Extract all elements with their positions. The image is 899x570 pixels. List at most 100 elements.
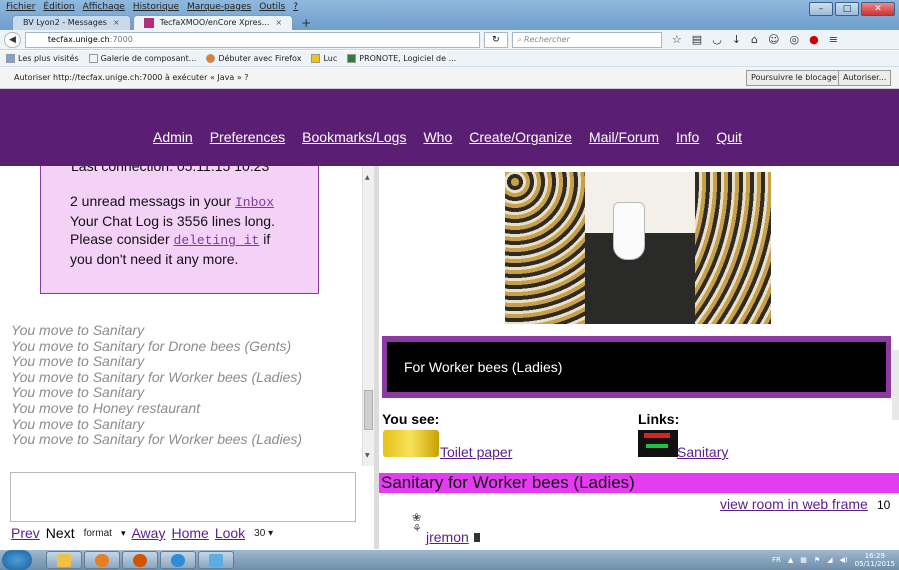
movement-log: You move to Sanitary You move to Sanitar…	[11, 322, 302, 448]
bookmark-label: Les plus visités	[18, 54, 79, 63]
nav-preferences[interactable]: Preferences	[210, 129, 285, 145]
reading-list-icon[interactable]: ▤	[692, 33, 702, 46]
signal-icon[interactable]: ◢	[827, 556, 832, 564]
delete-log-link[interactable]: deleting it	[174, 233, 260, 248]
addon-icon[interactable]: ◎	[789, 33, 799, 46]
scrollbar-thumb[interactable]	[364, 390, 373, 430]
menu-affichage[interactable]: Affichage	[83, 2, 125, 12]
bookmark-label: Débuter avec Firefox	[218, 54, 302, 63]
unread-text: 2 unread messags in your	[70, 193, 232, 209]
format-select[interactable]: format	[80, 527, 115, 539]
taskbar-chrome-icon[interactable]	[160, 551, 196, 569]
scroll-down-icon[interactable]: ▼	[365, 452, 370, 459]
view-room-web-frame-link[interactable]: view room in web frame	[720, 496, 868, 512]
toilet-paper-link[interactable]: Toilet paper	[440, 444, 512, 460]
taskbar-firefox-icon[interactable]	[122, 551, 158, 569]
lines-count-select[interactable]: 30 ▾	[251, 527, 277, 539]
log-line: You move to Sanitary	[11, 384, 145, 401]
taskbar-explorer-icon[interactable]	[46, 551, 82, 569]
folder-icon	[6, 54, 15, 63]
tab-bv-lyon2[interactable]: BV Lyon2 - Messages ×	[12, 15, 131, 30]
bookmark-most-visited[interactable]: Les plus visités	[6, 54, 79, 63]
search-input[interactable]: ⌕ Rechercher	[511, 31, 662, 48]
message-notice-box: Last connection: 05.11.15 10:23 2 unread…	[40, 166, 319, 294]
home-icon[interactable]: ⌂	[751, 33, 758, 46]
bookmark-galerie[interactable]: Galerie de composant...	[88, 54, 196, 63]
language-indicator[interactable]: FR	[772, 556, 781, 564]
bookmark-luc[interactable]: Luc	[311, 54, 337, 63]
page-icon	[88, 54, 98, 63]
flag-icon[interactable]: ⚑	[814, 556, 820, 564]
sanitary-link[interactable]: Sanitary	[677, 444, 728, 460]
continue-blocking-button[interactable]: Poursuivre le blocage	[746, 70, 842, 86]
nav-info[interactable]: Info	[676, 129, 699, 145]
menu-marque-pages[interactable]: Marque-pages	[187, 2, 251, 12]
tab-label: BV Lyon2 - Messages	[23, 18, 107, 27]
clock[interactable]: 16:29 05/11/2015	[855, 552, 895, 568]
volume-icon[interactable]: ◀)	[840, 556, 848, 564]
chat-input[interactable]	[10, 472, 356, 522]
chat-scrollbar[interactable]: ▲ ▼	[362, 166, 374, 466]
bookmark-debuter[interactable]: Débuter avec Firefox	[206, 54, 301, 63]
tab-close-icon[interactable]: ×	[113, 16, 120, 30]
count-value: 30	[254, 527, 266, 539]
log-line: You move to Sanitary	[11, 322, 145, 338]
next-text[interactable]: Next	[46, 525, 75, 541]
user-link[interactable]: jremon	[426, 529, 469, 545]
format-value: format	[83, 527, 112, 539]
tab-tecfaxmoo[interactable]: TecfaXMOO/enCore Xpres... ×	[132, 15, 294, 30]
menu-help[interactable]: ?	[293, 2, 298, 12]
clock-date: 05/11/2015	[854, 560, 895, 568]
network-icon[interactable]: ▦	[800, 556, 807, 564]
plugin-notification-text: Autoriser http://tecfax.unige.ch:7000 à …	[14, 73, 249, 82]
away-link[interactable]: Away	[131, 525, 165, 541]
clock-time: 16:29	[864, 552, 885, 560]
look-link[interactable]: Look	[215, 525, 245, 541]
allow-plugin-button[interactable]: Autoriser...	[838, 70, 892, 86]
bookmark-star-icon[interactable]: ☆	[672, 33, 682, 46]
menu-historique[interactable]: Historique	[133, 2, 179, 12]
menu-hamburger-icon[interactable]: ≡	[829, 33, 838, 46]
nav-create-organize[interactable]: Create/Organize	[469, 129, 572, 145]
sanitary-sign-icon[interactable]	[638, 430, 678, 457]
firefox-icon	[206, 54, 216, 63]
log-line: You move to Honey restaurant	[11, 399, 201, 416]
chat-icon[interactable]: ☺	[768, 33, 779, 46]
back-button[interactable]: ◀	[4, 31, 21, 48]
menu-outils[interactable]: Outils	[259, 2, 285, 12]
room-title: Sanitary for Worker bees (Ladies)	[379, 473, 899, 493]
inbox-link[interactable]: Inbox	[235, 195, 274, 210]
new-tab-icon[interactable]: +	[295, 16, 317, 30]
pocket-icon[interactable]: ◡	[712, 33, 722, 46]
menu-fichier[interactable]: Fichier	[6, 2, 35, 12]
toilet-image	[613, 202, 645, 260]
url-bar[interactable]: tecfax.unige.ch:7000	[24, 31, 480, 48]
nav-admin[interactable]: Admin	[153, 129, 193, 145]
taskbar-media-icon[interactable]	[84, 551, 120, 569]
home-link[interactable]: Home	[171, 525, 208, 541]
ublock-icon[interactable]: ●	[809, 33, 819, 46]
search-placeholder: Rechercher	[523, 34, 570, 44]
start-button[interactable]	[2, 550, 32, 570]
plugin-notification-bar: Autoriser http://tecfax.unige.ch:7000 à …	[0, 67, 899, 89]
bookmark-pronote[interactable]: PRONOTE, Logiciel de ...	[347, 54, 456, 63]
tray-expand-icon[interactable]: ▲	[788, 556, 793, 564]
nav-bookmarks-logs[interactable]: Bookmarks/Logs	[302, 129, 406, 145]
reload-button[interactable]: ↻	[483, 31, 508, 48]
log-line: You move to Sanitary	[11, 353, 145, 370]
links-label: Links:	[638, 411, 680, 427]
tab-strip: BV Lyon2 - Messages × TecfaXMOO/enCore X…	[0, 14, 899, 30]
menu-edition[interactable]: Édition	[43, 2, 74, 12]
url-host: tecfax.unige.ch	[47, 34, 110, 44]
nav-quit[interactable]: Quit	[716, 129, 742, 145]
download-icon[interactable]: ↓	[732, 33, 741, 46]
prev-link[interactable]: Prev	[11, 525, 40, 541]
scroll-up-icon[interactable]: ▲	[365, 174, 370, 181]
room-scrollbar[interactable]	[892, 350, 899, 420]
tab-close-icon[interactable]: ×	[275, 16, 282, 30]
nav-who[interactable]: Who	[423, 129, 452, 145]
nav-mail-forum[interactable]: Mail/Forum	[589, 129, 659, 145]
toilet-paper-icon[interactable]	[383, 430, 439, 457]
taskbar-paint-icon[interactable]	[198, 551, 234, 569]
consider-suffix: if	[263, 231, 271, 247]
